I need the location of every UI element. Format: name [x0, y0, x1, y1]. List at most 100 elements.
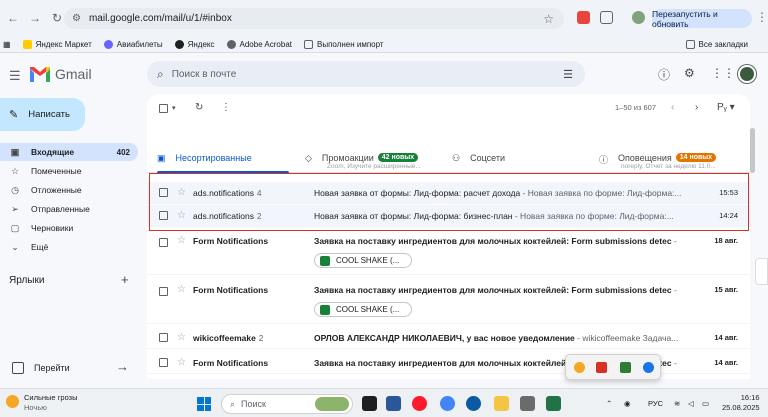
arrow-right-icon[interactable]: →	[116, 359, 129, 374]
tray-chevron-icon[interactable]: ⌃	[606, 399, 612, 408]
side-panel-toggle[interactable]	[755, 258, 768, 285]
add-label-icon[interactable]: +	[121, 272, 129, 287]
sender-name: Form Notifications	[193, 285, 269, 295]
language-indicator[interactable]: РУС	[648, 399, 663, 408]
main-menu-icon[interactable]: ☰	[9, 68, 21, 84]
tab-promotions[interactable]: ◇ Промоакции 42 новых Zoom, Изучите расш…	[305, 149, 421, 173]
task-view-icon[interactable]	[362, 396, 377, 411]
word-icon[interactable]	[386, 396, 401, 411]
back-icon[interactable]: ←	[4, 9, 22, 27]
restart-update-button[interactable]: Перезапустить и обновить	[652, 9, 752, 29]
apps-grid-icon[interactable]: ▦	[3, 40, 11, 49]
select-all-checkbox[interactable]	[159, 104, 168, 113]
row-checkbox[interactable]	[159, 287, 168, 296]
next-page-icon[interactable]: ›	[695, 102, 698, 113]
snippet-text: -	[671, 236, 677, 246]
bookmark-aviatickets[interactable]: Авиабилеты	[103, 39, 163, 49]
file-explorer-icon[interactable]	[494, 396, 509, 411]
star-icon[interactable]: ☆	[177, 332, 186, 343]
system-clock[interactable]: 16:16 25.08.2025	[722, 393, 760, 413]
compose-button[interactable]: ✎ Написать	[0, 98, 85, 131]
profile-icon[interactable]	[632, 11, 645, 24]
tab-updates[interactable]: ⓘ Оповещения 14 новых noreply, Отчет за …	[599, 149, 717, 173]
chrome-icon[interactable]	[440, 396, 455, 411]
gmail-wordmark: Gmail	[55, 66, 92, 82]
bookmark-star-icon[interactable]: ☆	[543, 12, 554, 26]
sidebar-item-inbox[interactable]: ▣ Входящие 402	[0, 143, 138, 161]
email-row[interactable]: ☆ wikicoffeemake 2 ОРЛОВ АЛЕКСАНДР НИКОЛА…	[147, 327, 750, 349]
search-input[interactable]: Поиск в почте	[172, 69, 563, 80]
bookmark-yandex-market[interactable]: Яндекс Маркет	[22, 39, 92, 49]
forward-icon[interactable]: →	[26, 9, 44, 27]
bluetooth-icon[interactable]	[643, 362, 654, 373]
excel-icon[interactable]	[546, 396, 561, 411]
bookmark-yandex[interactable]: Яндекс	[174, 39, 215, 49]
store-icon[interactable]	[520, 396, 535, 411]
attachment-chip[interactable]: COOL SHAKE (...	[314, 302, 412, 317]
site-info-icon[interactable]: ⚙	[72, 13, 81, 24]
search-icon[interactable]: ⌕	[157, 67, 164, 82]
settings-gear-icon[interactable]: ⚙	[684, 66, 695, 80]
prev-page-icon[interactable]: ‹	[671, 102, 674, 113]
email-row[interactable]: ☆ ads.notifications 4 Новая заявка от фор…	[147, 182, 750, 204]
address-bar[interactable]: ⚙ mail.google.com/mail/u/1/#inbox ☆	[64, 8, 564, 29]
tab-social[interactable]: ⚇ Соцсети	[452, 149, 505, 173]
tray-app-icon[interactable]	[620, 362, 631, 373]
extensions-puzzle-icon[interactable]	[600, 11, 613, 24]
row-checkbox[interactable]	[159, 211, 168, 220]
windows-start-icon[interactable]	[197, 397, 211, 411]
email-row[interactable]: ☆ Form Notifications Заявка на поставку …	[147, 231, 750, 275]
wifi-icon[interactable]: ≋	[674, 399, 680, 408]
email-sender: ads.notifications 2	[193, 211, 309, 221]
search-options-icon[interactable]: ☰	[563, 68, 573, 81]
email-row[interactable]: ☆ ads.notifications 2 Новая заявка от фор…	[147, 205, 750, 227]
account-avatar[interactable]	[738, 65, 756, 83]
volume-icon[interactable]: ◁	[688, 399, 694, 408]
input-tools-icon[interactable]: Pᵧ ▾	[717, 102, 735, 113]
star-icon[interactable]: ☆	[177, 284, 186, 295]
attachment-chip[interactable]: COOL SHAKE (...	[314, 253, 412, 268]
tray-app-icon[interactable]	[574, 362, 585, 373]
list-scrollbar[interactable]	[750, 128, 755, 173]
tray-status-icon[interactable]: ◉	[624, 399, 631, 408]
mail-search[interactable]: ⌕ Поиск в почте ☰	[147, 61, 585, 87]
select-dropdown-icon[interactable]: ▾	[172, 104, 176, 112]
sidebar-item-starred[interactable]: ☆ Помеченные	[0, 162, 138, 180]
edge-icon[interactable]	[466, 396, 481, 411]
sidebar-item-snoozed[interactable]: ◷ Отложенные	[0, 181, 138, 199]
weather-widget[interactable]: Сильные грозы Ночью	[6, 393, 78, 413]
browser-menu-icon[interactable]: ⋮	[756, 10, 768, 24]
url-text[interactable]: mail.google.com/mail/u/1/#inbox	[89, 13, 543, 24]
taskbar-search[interactable]: ⌕ Поиск	[221, 394, 353, 414]
row-checkbox[interactable]	[159, 358, 168, 367]
refresh-icon[interactable]: ↻	[195, 102, 203, 113]
yandex-market-icon	[22, 39, 32, 49]
extension-red-icon[interactable]	[577, 11, 590, 24]
subject-text: Новая заявка от формы: Лид-форма: бизнес…	[314, 210, 513, 221]
sidebar-item-more[interactable]: ⌄ Ещё	[0, 238, 138, 256]
sidebar-item-drafts[interactable]: ▢ Черновики	[0, 219, 138, 237]
row-checkbox[interactable]	[159, 188, 168, 197]
star-icon[interactable]: ☆	[177, 210, 186, 221]
taskbar-search-label: Поиск	[241, 399, 266, 409]
all-bookmarks[interactable]: Все закладки	[685, 39, 748, 49]
bookmark-imported[interactable]: Выполнен импорт	[304, 39, 384, 49]
help-icon[interactable]: ⓘ	[658, 66, 670, 83]
star-icon[interactable]: ☆	[177, 357, 186, 368]
tray-app-icon[interactable]	[596, 362, 607, 373]
row-checkbox[interactable]	[159, 333, 168, 342]
tab-primary[interactable]: ▣ Несортированные	[157, 149, 252, 173]
row-checkbox[interactable]	[159, 238, 168, 247]
opera-icon[interactable]	[412, 396, 427, 411]
goto-button[interactable]: Перейти	[12, 362, 70, 374]
email-row[interactable]: ☆ Form Notifications Заявка на поставку …	[147, 280, 750, 324]
google-apps-icon[interactable]: ⋮⋮	[711, 66, 735, 80]
battery-icon[interactable]: ▭	[702, 399, 709, 408]
more-actions-icon[interactable]: ⋮	[221, 102, 231, 113]
star-icon[interactable]: ☆	[177, 187, 186, 198]
gmail-m-icon	[30, 66, 50, 82]
star-icon[interactable]: ☆	[177, 235, 186, 246]
sidebar-item-sent[interactable]: ➢ Отправленные	[0, 200, 138, 218]
bookmark-adobe-acrobat[interactable]: Adobe Acrobat	[226, 39, 292, 49]
gmail-logo[interactable]: Gmail	[30, 66, 92, 82]
